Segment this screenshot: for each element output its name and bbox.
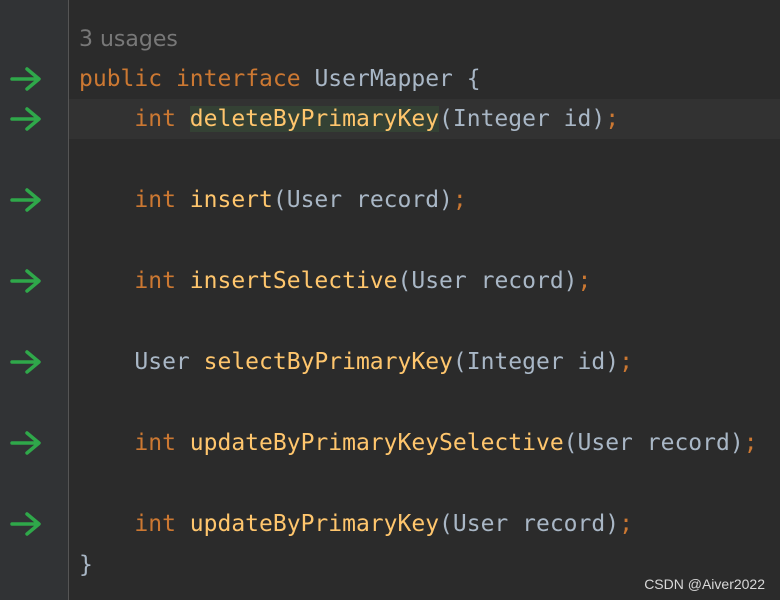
semicolon: ; (577, 268, 592, 294)
method-name[interactable]: insert (190, 187, 273, 213)
method-line: int updateByPrimaryKeySelective(User rec… (79, 423, 758, 463)
method-name[interactable]: insertSelective (190, 268, 398, 294)
return-type: int (134, 430, 176, 456)
method-params: (User record) (439, 511, 620, 537)
semicolon: ; (619, 511, 633, 537)
method-name[interactable]: updateByPrimaryKeySelective (190, 430, 564, 456)
method-line: User selectByPrimaryKey(Integer id); (79, 342, 633, 382)
interface-name[interactable]: UserMapper (314, 66, 452, 92)
method-params: (User record) (397, 268, 578, 294)
return-type: User (134, 349, 190, 375)
code-area[interactable]: 3 usages public interface UserMapper { i… (69, 0, 780, 600)
method-params: (User record) (272, 187, 453, 213)
return-type: int (134, 187, 176, 213)
interface-declaration-line: public interface UserMapper { (79, 59, 481, 99)
semicolon: ; (605, 106, 620, 132)
return-type: int (134, 106, 176, 132)
implemented-arrow-icon[interactable] (10, 187, 44, 213)
interface-keyword: interface (175, 66, 301, 92)
implemented-arrow-icon[interactable] (10, 349, 44, 375)
implemented-arrow-icon[interactable] (10, 106, 44, 132)
watermark: CSDN @Aiver2022 (644, 576, 765, 592)
implemented-arrow-icon[interactable] (10, 511, 44, 537)
editor-gutter (0, 0, 69, 600)
return-type: int (134, 511, 176, 537)
closing-brace-line: } (79, 545, 93, 585)
method-params: (Integer id) (452, 349, 620, 375)
method-line: int insert(User record); (79, 180, 467, 220)
return-type: int (134, 268, 176, 294)
semicolon: ; (452, 187, 467, 213)
implemented-arrow-icon[interactable] (10, 430, 44, 456)
method-name[interactable]: selectByPrimaryKey (204, 349, 453, 375)
method-params: (Integer id) (439, 106, 606, 132)
method-name[interactable]: updateByPrimaryKey (190, 511, 439, 537)
method-line: int insertSelective(User record); (79, 261, 591, 301)
implemented-arrow-icon[interactable] (10, 268, 44, 294)
code-editor: 3 usages public interface UserMapper { i… (0, 0, 780, 600)
usages-hint[interactable]: 3 usages (79, 24, 178, 56)
semicolon: ; (743, 430, 758, 456)
method-params: (User record) (563, 430, 744, 456)
method-line: int deleteByPrimaryKey(Integer id); (79, 99, 619, 139)
close-brace: } (79, 552, 93, 578)
implemented-arrow-icon[interactable] (10, 66, 44, 92)
open-brace: { (466, 66, 481, 92)
method-name[interactable]: deleteByPrimaryKey (189, 106, 440, 132)
modifier-keyword: public (79, 66, 163, 92)
semicolon: ; (619, 349, 633, 375)
method-line: int updateByPrimaryKey(User record); (79, 504, 633, 544)
